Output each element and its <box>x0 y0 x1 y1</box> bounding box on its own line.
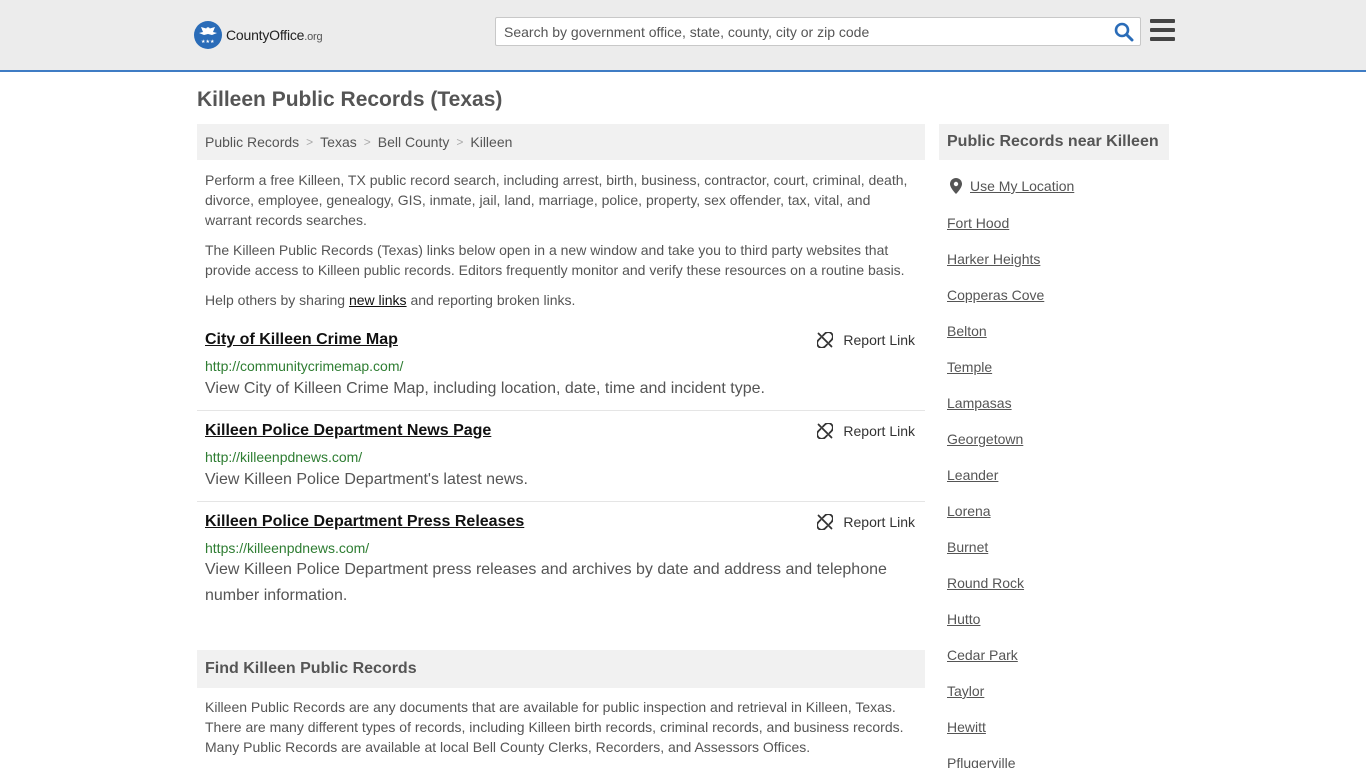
hamburger-menu-icon[interactable] <box>1150 19 1175 41</box>
record-description: View City of Killeen Crime Map, includin… <box>205 380 765 397</box>
sidebar-item-cedar-park[interactable]: Cedar Park <box>947 646 1044 682</box>
sidebar-item-georgetown[interactable]: Georgetown <box>947 430 1044 466</box>
sidebar-item-lampasas[interactable]: Lampasas <box>947 394 1044 430</box>
record-url: http://killeenpdnews.com/ <box>205 449 363 465</box>
sidebar-heading: Public Records near Killeen <box>939 124 1169 160</box>
report-link-label: Report Link <box>843 332 915 348</box>
sidebar-item-harker-heights[interactable]: Harker Heights <box>947 250 1044 286</box>
breadcrumb-texas[interactable]: Texas <box>320 134 357 150</box>
search-bar <box>495 17 1141 46</box>
intro-text: Help others by sharing <box>205 292 349 308</box>
breadcrumb-separator: > <box>306 135 314 149</box>
record-divider <box>197 501 925 502</box>
intro-text: and reporting broken links. <box>406 292 576 308</box>
sidebar-item-leander[interactable]: Leander <box>947 466 1044 502</box>
intro-paragraph-2: The Killeen Public Records (Texas) links… <box>205 242 905 278</box>
record-url: https://killeenpdnews.com/ <box>205 540 370 556</box>
report-link-button[interactable]: Report Link <box>817 332 915 348</box>
record-description: View Killeen Police Department press rel… <box>205 561 887 604</box>
record-title-link[interactable]: Killeen Police Department Press Releases <box>205 513 524 531</box>
report-link-label: Report Link <box>843 514 915 530</box>
nearby-places-list: Fort Hood Harker Heights Copperas Cove B… <box>947 214 1044 768</box>
find-records-heading: Find Killeen Public Records <box>197 650 925 688</box>
new-links-link[interactable]: new links <box>349 292 407 308</box>
record-url: http://communitycrimemap.com/ <box>205 358 404 374</box>
sidebar-item-belton[interactable]: Belton <box>947 322 1044 358</box>
broken-link-icon <box>817 514 834 530</box>
breadcrumb-separator: > <box>363 135 371 149</box>
sidebar-item-round-rock[interactable]: Round Rock <box>947 574 1044 610</box>
report-link-button[interactable]: Report Link <box>817 514 915 530</box>
page-title: Killeen Public Records (Texas) <box>197 88 503 111</box>
breadcrumb: Public Records > Texas > Bell County > K… <box>197 124 925 160</box>
logo-text: CountyOffice.org <box>226 27 323 43</box>
breadcrumb-killeen[interactable]: Killeen <box>470 134 512 150</box>
breadcrumb-separator: > <box>456 135 464 149</box>
logo-main-text: CountyOffice <box>226 27 305 43</box>
record-title-link[interactable]: Killeen Police Department News Page <box>205 422 491 440</box>
eagle-seal-icon: ★★★ <box>194 21 222 49</box>
report-link-button[interactable]: Report Link <box>817 423 915 439</box>
sidebar-item-hewitt[interactable]: Hewitt <box>947 718 1044 754</box>
use-location-row: Use My Location <box>950 178 1074 194</box>
sidebar-item-temple[interactable]: Temple <box>947 358 1044 394</box>
breadcrumb-bell-county[interactable]: Bell County <box>378 134 450 150</box>
search-input[interactable] <box>496 18 1106 45</box>
site-header: ★★★ CountyOffice.org <box>0 0 1366 72</box>
broken-link-icon <box>817 332 834 348</box>
report-link-label: Report Link <box>843 423 915 439</box>
sidebar-item-taylor[interactable]: Taylor <box>947 682 1044 718</box>
broken-link-icon <box>817 423 834 439</box>
map-pin-icon <box>950 178 962 194</box>
logo-suffix-text: .org <box>304 31 323 43</box>
breadcrumb-public-records[interactable]: Public Records <box>205 134 299 150</box>
sidebar-item-burnet[interactable]: Burnet <box>947 538 1044 574</box>
site-logo[interactable]: ★★★ CountyOffice.org <box>194 21 323 49</box>
sidebar-item-fort-hood[interactable]: Fort Hood <box>947 214 1044 250</box>
sidebar-item-pflugerville[interactable]: Pflugerville <box>947 754 1044 768</box>
intro-paragraph-1: Perform a free Killeen, TX public record… <box>205 172 908 228</box>
search-icon[interactable] <box>1114 22 1134 42</box>
use-my-location-link[interactable]: Use My Location <box>970 178 1074 194</box>
record-title-link[interactable]: City of Killeen Crime Map <box>205 331 398 349</box>
svg-text:★★★: ★★★ <box>201 39 215 44</box>
sidebar-item-lorena[interactable]: Lorena <box>947 502 1044 538</box>
record-divider <box>197 410 925 411</box>
find-records-text: Killeen Public Records are any documents… <box>205 699 904 755</box>
sidebar-item-hutto[interactable]: Hutto <box>947 610 1044 646</box>
sidebar-item-copperas-cove[interactable]: Copperas Cove <box>947 286 1044 322</box>
intro-paragraph-3: Help others by sharing new links and rep… <box>205 290 917 310</box>
record-description: View Killeen Police Department's latest … <box>205 471 528 488</box>
